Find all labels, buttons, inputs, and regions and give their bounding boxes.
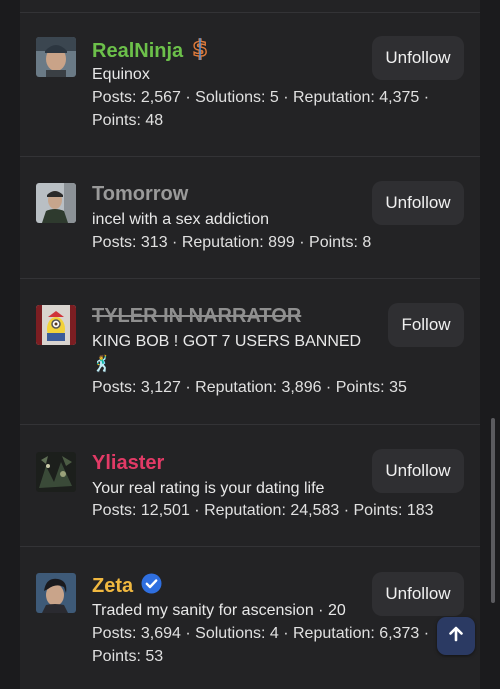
user-stats: Posts: 3,694 · Solutions: 4 · Reputation… [92, 622, 452, 668]
username[interactable]: RealNinja [92, 40, 183, 63]
unfollow-button[interactable]: Unfollow [372, 36, 464, 80]
avatar[interactable] [36, 305, 76, 345]
unfollow-button[interactable]: Unfollow [372, 449, 464, 493]
username[interactable]: Yliaster [92, 452, 164, 475]
verified-check-icon [141, 573, 162, 599]
username[interactable]: Zeta [92, 575, 133, 598]
stats-line: Posts: 313 · Reputation: 899 · Points: 8 [92, 234, 372, 251]
dancing-man-emoji-icon: 🕺 [92, 356, 112, 373]
stats-line: Points: 48 [92, 112, 164, 129]
name-row: RealNinja $ [92, 36, 209, 66]
username[interactable]: TYLER IN NARRATOR [92, 305, 301, 328]
list-item: Yliaster Your real rating is your dating… [20, 425, 480, 547]
avatar[interactable] [36, 573, 76, 613]
list-item: Tomorrow incel with a sex addiction Post… [20, 157, 480, 279]
user-stats: Posts: 313 · Reputation: 899 · Points: 8 [92, 231, 452, 254]
avatar[interactable] [36, 452, 76, 492]
list-item: RealNinja $ Equinox Posts: 2,567 · Solut… [20, 13, 480, 157]
user-subtitle: Your real rating is your dating life [92, 480, 325, 497]
dollar-badge-icon: $ [191, 36, 209, 66]
stats-line: Points: 53 [92, 648, 164, 665]
user-subtitle: Equinox [92, 66, 150, 83]
user-stats: Posts: 12,501 · Reputation: 24,583 · Poi… [92, 499, 452, 522]
stats-line: Posts: 2,567 · Solutions: 5 · Reputation… [92, 89, 430, 106]
list-item: TYLER IN NARRATOR KING BOB ! GOT 7 USERS… [20, 279, 480, 425]
arrow-up-icon [447, 625, 465, 648]
username[interactable]: Tomorrow [92, 183, 188, 206]
user-subtitle: incel with a sex addiction [92, 211, 269, 228]
stats-line: Posts: 3,127 · Reputation: 3,896 · Point… [92, 379, 407, 396]
unfollow-button[interactable]: Unfollow [372, 181, 464, 225]
follow-button[interactable]: Follow [388, 303, 464, 347]
avatar[interactable] [36, 183, 76, 223]
user-subtitle: KING BOB ! GOT 7 USERS BANNED [92, 333, 362, 350]
stats-line: Posts: 12,501 · Reputation: 24,583 · Poi… [92, 502, 434, 519]
unfollow-button[interactable]: Unfollow [372, 572, 464, 616]
list-item: Zeta Traded my sanity for ascension · 20… [20, 547, 480, 689]
scrollbar[interactable] [491, 418, 495, 603]
user-subtitle: Traded my sanity for ascension · 20 [92, 602, 346, 619]
user-stats: Posts: 3,127 · Reputation: 3,896 · Point… [92, 376, 452, 399]
scroll-to-top-button[interactable] [437, 617, 475, 655]
avatar[interactable] [36, 37, 76, 77]
user-stats: Posts: 2,567 · Solutions: 5 · Reputation… [92, 86, 452, 132]
name-row: Zeta [92, 573, 162, 599]
stats-line: Posts: 3,694 · Solutions: 4 · Reputation… [92, 625, 430, 642]
